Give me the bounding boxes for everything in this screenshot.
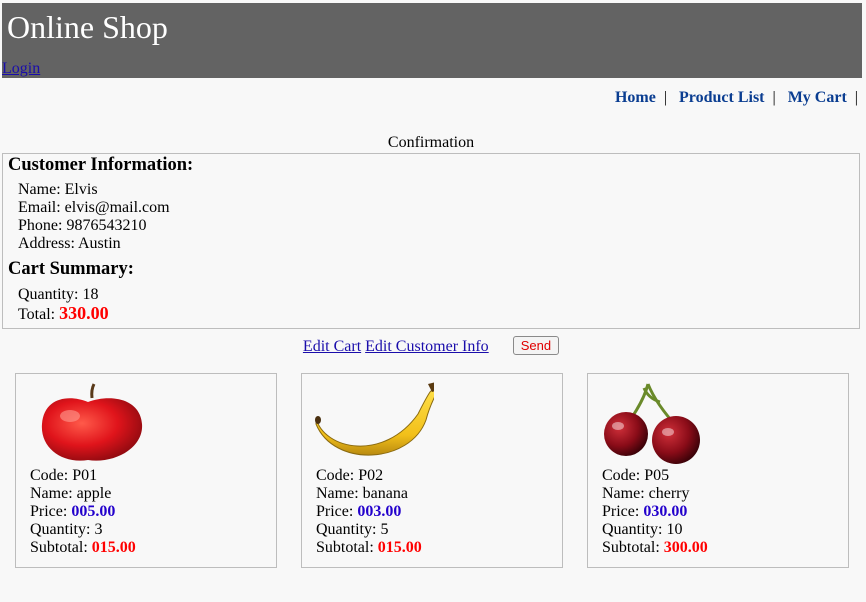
item-name: Name: banana: [316, 485, 408, 502]
item-price-label: Price:: [316, 503, 354, 520]
item-price: 005.00: [71, 503, 116, 520]
item-price-row: Price: 030.00: [602, 503, 708, 521]
edit-customer-info-link[interactable]: Edit Customer Info: [365, 338, 489, 355]
cherry-image: [604, 383, 700, 464]
item-subtotal: 300.00: [663, 539, 708, 556]
send-button[interactable]: Send: [512, 336, 560, 355]
nav-my-cart-link[interactable]: My Cart: [788, 89, 847, 106]
cart-quantity: Quantity: 18: [18, 286, 99, 303]
item-code: Code: P01: [30, 467, 98, 484]
site-header: Online Shop Login: [2, 3, 862, 78]
edit-cart-link[interactable]: Edit Cart: [303, 338, 361, 355]
apple-image: [41, 383, 143, 461]
login-link[interactable]: Login: [2, 60, 40, 78]
item-subtotal-label: Subtotal:: [30, 539, 88, 556]
cart-item-card: Code: P02 Name: banana Price: 003.00 Qua…: [301, 373, 563, 568]
site-title: Online Shop: [7, 9, 168, 45]
item-subtotal: 015.00: [377, 539, 422, 556]
customer-address: Address: Austin: [18, 235, 121, 252]
item-quantity: Quantity: 3: [30, 521, 103, 538]
item-price: 030.00: [643, 503, 688, 520]
customer-name: Name: Elvis: [18, 181, 98, 198]
nav-home-link[interactable]: Home: [615, 89, 656, 106]
banana-image: [315, 382, 434, 456]
item-name: Name: cherry: [602, 485, 690, 502]
item-subtotal-label: Subtotal:: [316, 539, 374, 556]
cart-item-card: Code: P01 Name: apple Price: 005.00 Quan…: [15, 373, 277, 568]
item-subtotal-label: Subtotal:: [602, 539, 660, 556]
cart-total: Total: 330.00: [18, 304, 109, 324]
cart-item-card: Code: P05 Name: cherry Price: 030.00 Qua…: [587, 373, 849, 568]
page-title: Confirmation: [387, 134, 475, 151]
customer-info-title: Customer Information:: [8, 155, 194, 175]
customer-phone: Phone: 9876543210: [18, 217, 147, 234]
item-details: Code: P01 Name: apple Price: 005.00 Quan…: [30, 467, 136, 557]
nav-separator: |: [854, 89, 858, 106]
item-price-row: Price: 005.00: [30, 503, 136, 521]
item-subtotal-row: Subtotal: 015.00: [30, 539, 136, 557]
item-subtotal-row: Subtotal: 300.00: [602, 539, 708, 557]
cart-total-value: 330.00: [59, 303, 109, 323]
cart-summary-title: Cart Summary:: [8, 259, 134, 279]
item-quantity: Quantity: 5: [316, 521, 389, 538]
nav-separator: |: [663, 89, 668, 106]
nav-separator: |: [772, 89, 776, 106]
top-nav: Home | Product List | My Cart |: [615, 88, 858, 108]
item-price: 003.00: [357, 503, 402, 520]
item-code: Code: P02: [316, 467, 384, 484]
item-code: Code: P05: [602, 467, 670, 484]
confirmation-info-box: Customer Information: Name: Elvis Email:…: [2, 153, 860, 329]
item-subtotal-row: Subtotal: 015.00: [316, 539, 422, 557]
customer-email: Email: elvis@mail.com: [18, 199, 170, 216]
action-bar: Edit Cart Edit Customer Info Send: [0, 336, 862, 356]
item-name: Name: apple: [30, 485, 112, 502]
item-details: Code: P02 Name: banana Price: 003.00 Qua…: [316, 467, 422, 557]
nav-product-list-link[interactable]: Product List: [679, 89, 764, 106]
item-subtotal: 015.00: [91, 539, 136, 556]
item-price-row: Price: 003.00: [316, 503, 422, 521]
item-details: Code: P05 Name: cherry Price: 030.00 Qua…: [602, 467, 708, 557]
item-price-label: Price:: [602, 503, 640, 520]
cart-total-label: Total:: [18, 306, 56, 323]
item-quantity: Quantity: 10: [602, 521, 683, 538]
item-price-label: Price:: [30, 503, 68, 520]
